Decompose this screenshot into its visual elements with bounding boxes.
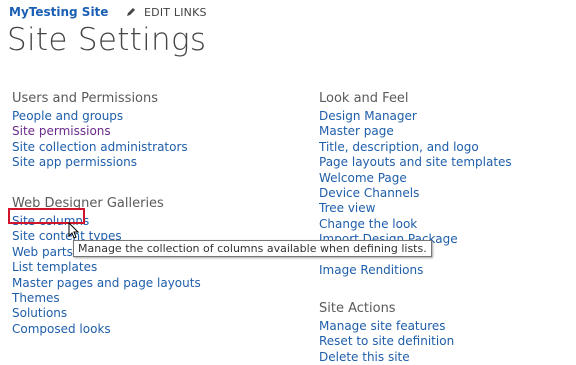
pencil-icon — [127, 8, 135, 16]
welcome-page-link[interactable]: Welcome Page — [319, 171, 407, 185]
page-layouts-and-site-templates-link[interactable]: Page layouts and site templates — [319, 155, 512, 169]
people-and-groups-link[interactable]: People and groups — [12, 109, 123, 123]
delete-this-site-link[interactable]: Delete this site — [319, 350, 410, 364]
site-app-permissions-link[interactable]: Site app permissions — [12, 155, 137, 169]
section-users-and-permissions: Users and Permissions People and groups … — [12, 90, 188, 171]
change-the-look-link[interactable]: Change the look — [319, 217, 417, 231]
mouse-pointer-icon — [68, 222, 79, 239]
page-title: Site Settings — [7, 22, 207, 58]
section-heading: Look and Feel — [319, 91, 409, 106]
image-renditions-link[interactable]: Image Renditions — [319, 263, 423, 277]
site-collection-administrators-link[interactable]: Site collection administrators — [12, 140, 188, 154]
composed-looks-link[interactable]: Composed looks — [12, 322, 111, 336]
section-site-actions: Site Actions Manage site features Reset … — [319, 300, 454, 365]
themes-link[interactable]: Themes — [12, 291, 60, 305]
tooltip: Manage the collection of columns availab… — [73, 240, 432, 257]
solutions-link[interactable]: Solutions — [12, 306, 67, 320]
master-pages-and-page-layouts-link[interactable]: Master pages and page layouts — [12, 276, 201, 290]
tree-view-link[interactable]: Tree view — [319, 201, 375, 215]
reset-to-site-definition-link[interactable]: Reset to site definition — [319, 334, 454, 348]
title-description-logo-link[interactable]: Title, description, and logo — [319, 140, 479, 154]
edit-links-button[interactable]: EDIT LINKS — [126, 6, 207, 19]
site-name-link[interactable]: MyTesting Site — [9, 5, 108, 19]
section-heading: Users and Permissions — [12, 91, 159, 106]
design-manager-link[interactable]: Design Manager — [319, 109, 417, 123]
list-templates-link[interactable]: List templates — [12, 260, 97, 274]
site-permissions-link[interactable]: Site permissions — [12, 124, 111, 138]
section-heading: Site Actions — [319, 301, 396, 316]
edit-links-label: EDIT LINKS — [144, 6, 207, 19]
master-page-link[interactable]: Master page — [319, 124, 394, 138]
manage-site-features-link[interactable]: Manage site features — [319, 319, 446, 333]
web-parts-link[interactable]: Web parts — [12, 245, 73, 259]
device-channels-link[interactable]: Device Channels — [319, 186, 419, 200]
